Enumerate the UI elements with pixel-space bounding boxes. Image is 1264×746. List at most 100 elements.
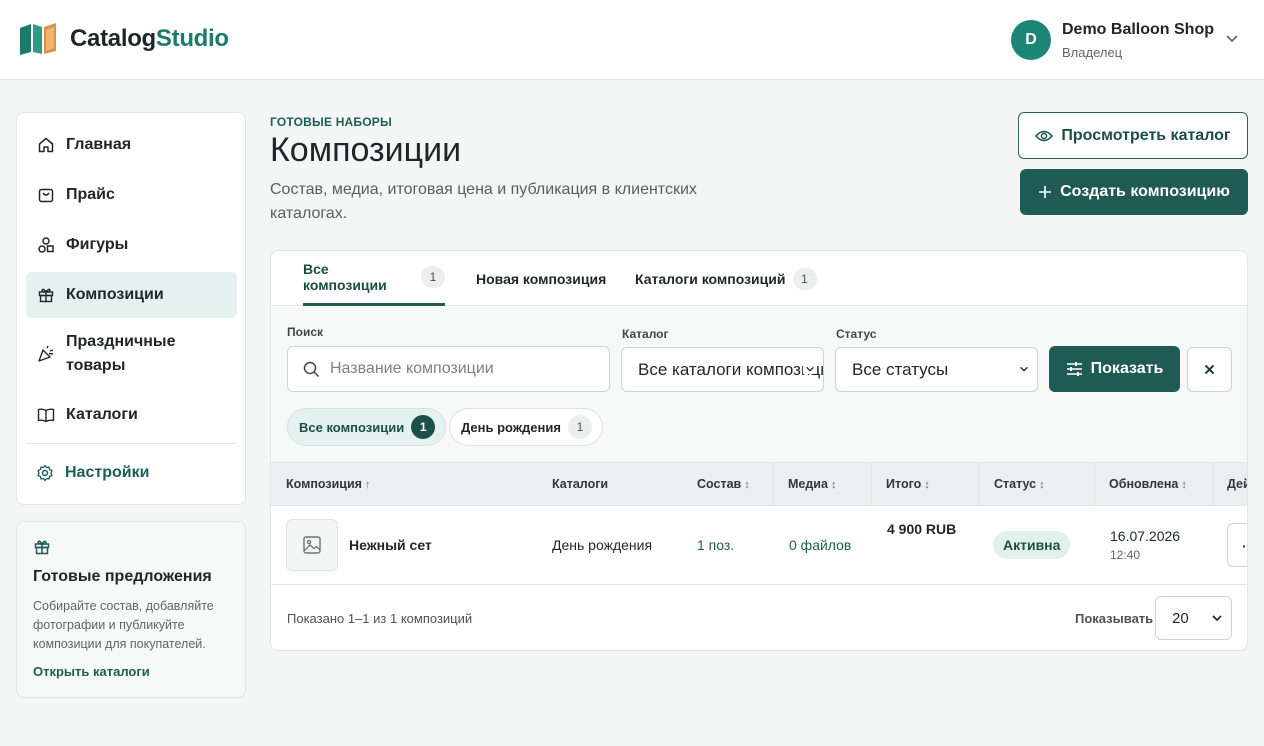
view-catalog-label: Просмотреть каталог [1061, 126, 1231, 144]
column-header-updated[interactable]: Обновлена ↕ [1109, 477, 1187, 491]
sidebar: Главная Прайс Фигуры Композиции Празднич… [16, 112, 246, 505]
sidebar-item-label: Главная [66, 136, 132, 153]
home-icon [38, 137, 54, 153]
composition-catalogs: День рождения [552, 537, 653, 553]
status-filter-label: Статус [836, 327, 877, 341]
column-divider [1094, 463, 1095, 506]
tab-composition-catalogs[interactable]: Каталоги композиций 1 [635, 251, 817, 306]
sidebar-item-price[interactable]: Прайс [26, 173, 237, 218]
sidebar-item-shapes[interactable]: Фигуры [26, 223, 237, 268]
tab-new-composition[interactable]: Новая композиция [476, 251, 606, 306]
page-title: Композиции [270, 131, 462, 169]
composition-thumbnail [286, 519, 338, 571]
search-field[interactable] [287, 346, 610, 392]
more-icon: ··· [1242, 538, 1247, 554]
tabs: Все композиции 1 Новая композиция Катало… [271, 251, 1247, 306]
status-badge: Активна [993, 531, 1071, 559]
per-page-select[interactable]: 20 [1155, 596, 1232, 640]
per-page-value: 20 [1172, 610, 1189, 627]
column-divider [1212, 463, 1213, 506]
tab-all-compositions[interactable]: Все композиции 1 [303, 251, 445, 306]
avatar: D [1011, 20, 1051, 60]
sidebar-item-settings[interactable]: Настройки [26, 451, 237, 496]
updated-time: 12:40 [1110, 548, 1141, 562]
page-subtitle: Состав, медиа, итоговая цена и публикаци… [270, 181, 697, 222]
tab-count-badge: 1 [421, 266, 445, 288]
sliders-icon [1066, 362, 1082, 376]
catalog-select[interactable]: Все каталоги композиций [621, 347, 824, 392]
chip-all-compositions[interactable]: Все композиции 1 [287, 408, 447, 446]
column-header-status[interactable]: Статус ↕ [994, 477, 1045, 491]
brand-name: CatalogStudio [70, 25, 229, 52]
status-select[interactable]: Все статусы [835, 347, 1038, 392]
updated-date: 16.07.2026 [1110, 528, 1181, 544]
price-bag-icon [38, 188, 54, 203]
sidebar-divider [26, 443, 237, 444]
column-header-total[interactable]: Итого ↕ [886, 477, 930, 491]
open-catalogs-link[interactable]: Открыть каталоги [33, 664, 150, 679]
chip-label: Все композиции [299, 419, 405, 435]
composition-items-link[interactable]: 1 поз. [697, 537, 734, 553]
chevron-down-icon [803, 364, 815, 374]
tab-label: Каталоги композиций [635, 270, 786, 287]
gift-icon [34, 540, 50, 555]
per-page-label: Показывать [1075, 611, 1154, 626]
compositions-card: Все композиции 1 Новая композиция Катало… [270, 250, 1248, 651]
pagination-summary: Показано 1–1 из 1 композиций [287, 611, 473, 626]
chip-birthday[interactable]: День рождения 1 [449, 408, 603, 446]
catalog-book-icon [20, 23, 56, 55]
chevron-down-icon [1017, 364, 1029, 374]
sidebar-item-label: Прайс [66, 186, 115, 203]
chevron-down-icon [1212, 615, 1222, 622]
chip-count: 1 [411, 415, 436, 439]
account-menu[interactable]: D Demo Balloon Shop Владелец [1011, 20, 1238, 60]
sidebar-item-compositions[interactable]: Композиции [26, 272, 237, 318]
close-icon [1204, 364, 1215, 375]
sidebar-item-label: Настройки [65, 464, 150, 481]
filters-panel: Поиск Каталог Все каталоги композиций Ст… [271, 307, 1247, 462]
sidebar-item-label: Композиции [66, 286, 164, 303]
row-actions-button[interactable]: ··· [1227, 523, 1247, 567]
show-button[interactable]: Показать [1049, 346, 1180, 392]
logo[interactable]: CatalogStudio [18, 22, 229, 56]
tab-label: Новая композиция [476, 270, 607, 287]
account-name: Demo Balloon Shop [1062, 20, 1214, 38]
composition-name[interactable]: Нежный сет [349, 537, 432, 553]
sidebar-item-home[interactable]: Главная [26, 123, 237, 168]
column-header-actions: Действия [1227, 477, 1247, 491]
column-divider [979, 463, 980, 506]
shapes-icon [38, 237, 54, 253]
clear-filters-button[interactable] [1187, 347, 1232, 392]
status-select-value: Все статусы [852, 359, 949, 379]
party-popper-icon [38, 345, 54, 362]
create-composition-label: Создать композицию [1060, 183, 1230, 200]
sidebar-item-label: Каталоги [66, 406, 138, 423]
search-input[interactable] [330, 360, 590, 378]
column-divider [772, 463, 773, 506]
column-header-composition[interactable]: Композиция ↑ [286, 477, 370, 491]
catalog-filter-label: Каталог [622, 327, 669, 341]
column-header-composition-items[interactable]: Состав ↕ [697, 477, 750, 491]
promo-description: Собирайте состав, добавляйте фотографии … [33, 599, 214, 651]
show-button-label: Показать [1090, 360, 1164, 377]
search-label: Поиск [287, 325, 324, 339]
sidebar-item-label: Фигуры [66, 236, 129, 253]
table-row[interactable]: Нежный сет День рождения 1 поз. 0 файлов… [271, 506, 1247, 585]
chip-label: День рождения [461, 419, 561, 435]
promo-title: Готовые предложения [33, 568, 212, 585]
image-placeholder-icon [303, 536, 321, 554]
sidebar-item-catalogs[interactable]: Каталоги [26, 393, 237, 438]
account-role: Владелец [1062, 44, 1123, 60]
chevron-down-icon[interactable] [1225, 34, 1239, 44]
account-info: Demo Balloon Shop Владелец [1062, 21, 1214, 60]
table-header: Композиция ↑ Каталоги Состав ↕ Медиа ↕ Итог… [271, 462, 1247, 506]
tab-count-badge: 1 [792, 267, 817, 290]
view-catalog-button[interactable]: Просмотреть каталог [1018, 112, 1248, 159]
create-composition-button[interactable]: Создать композицию [1020, 169, 1248, 215]
composition-media-link[interactable]: 0 файлов [789, 537, 851, 553]
column-header-media[interactable]: Медиа ↕ [788, 477, 836, 491]
gear-icon [37, 464, 53, 482]
sidebar-item-party-goods[interactable]: Праздничные товары [26, 323, 237, 385]
eye-icon [1035, 130, 1054, 141]
column-header-catalogs: Каталоги [552, 477, 609, 491]
